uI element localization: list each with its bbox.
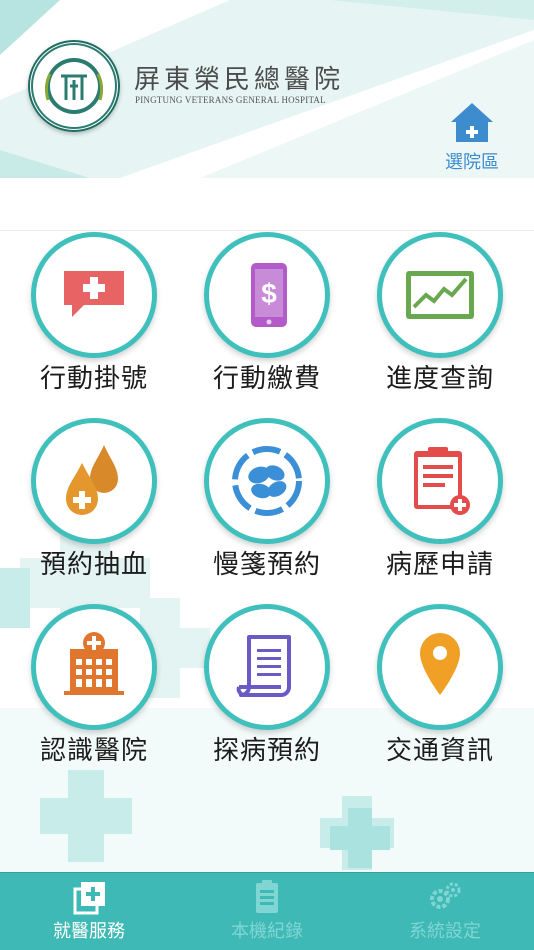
service-label: 探病預約	[212, 736, 321, 766]
location-pin-icon	[420, 633, 460, 695]
service-label: 行動掛號	[39, 364, 148, 394]
service-label: 慢箋預約	[212, 550, 321, 580]
blood-drop-icon	[66, 445, 118, 515]
service-icon-frame	[377, 418, 503, 544]
clipboard-icon	[256, 880, 278, 913]
hospital-name: 屏東榮民總醫院	[134, 65, 345, 95]
service-icon-frame	[204, 604, 330, 730]
service-medical-record-request[interactable]: 病歷申請	[370, 418, 510, 588]
header-divider	[0, 230, 534, 231]
service-label: 行動繳費	[212, 364, 321, 394]
service-label: 進度查詢	[385, 364, 494, 394]
service-label: 病歷申請	[385, 550, 494, 580]
hospital-name-english: PINGTUNG VETERANS GENERAL HOSPITAL	[135, 95, 326, 105]
service-mobile-registration[interactable]: 行動掛號	[24, 232, 164, 402]
tab-medical-service[interactable]: 就醫服務	[0, 873, 178, 950]
gears-icon	[430, 882, 461, 909]
service-visit-appointment[interactable]: 探病預約	[197, 604, 337, 774]
service-icon-frame	[31, 232, 157, 358]
house-plus-icon	[451, 103, 493, 142]
tab-label: 系統設定	[409, 921, 481, 942]
medical-record-icon	[414, 447, 470, 515]
tab-label: 本機紀錄	[231, 921, 303, 942]
service-icon-frame	[31, 418, 157, 544]
service-blood-test[interactable]: 預約抽血	[24, 418, 164, 588]
medical-cross-chat-icon	[64, 271, 124, 317]
progress-chart-icon	[406, 271, 474, 319]
service-icon-frame	[31, 604, 157, 730]
svg-text:$: $	[261, 278, 277, 309]
bottom-tab-bar: 就醫服務 本機紀錄 系統設定	[0, 872, 534, 950]
service-transport-info[interactable]: 交通資訊	[370, 604, 510, 774]
service-icon-frame	[204, 418, 330, 544]
service-icon-frame	[377, 604, 503, 730]
service-icon-frame: $	[204, 232, 330, 358]
service-about-hospital[interactable]: 認識醫院	[24, 604, 164, 774]
service-label: 交通資訊	[385, 736, 494, 766]
tab-system-settings[interactable]: 系統設定	[356, 873, 534, 950]
document-icon	[236, 635, 291, 697]
service-icon-frame	[377, 232, 503, 358]
pills-icon	[232, 446, 302, 516]
tab-label: 就醫服務	[53, 921, 125, 942]
service-progress-query[interactable]: 進度查詢	[370, 232, 510, 402]
hospital-building-icon	[64, 632, 124, 695]
mobile-payment-icon: $	[251, 263, 287, 327]
service-chronic-prescription[interactable]: 慢箋預約	[197, 418, 337, 588]
service-mobile-payment[interactable]: $ 行動繳費	[197, 232, 337, 402]
medical-service-icon	[73, 882, 105, 915]
select-region-button[interactable]: 選院區	[434, 100, 510, 173]
hospital-logo	[28, 40, 120, 132]
service-label: 預約抽血	[39, 550, 148, 580]
select-region-label: 選院區	[445, 152, 499, 173]
tab-local-records[interactable]: 本機紀錄	[178, 873, 356, 950]
app-header: 屏東榮民總醫院 PINGTUNG VETERANS GENERAL HOSPIT…	[0, 0, 534, 178]
service-label: 認識醫院	[39, 736, 148, 766]
